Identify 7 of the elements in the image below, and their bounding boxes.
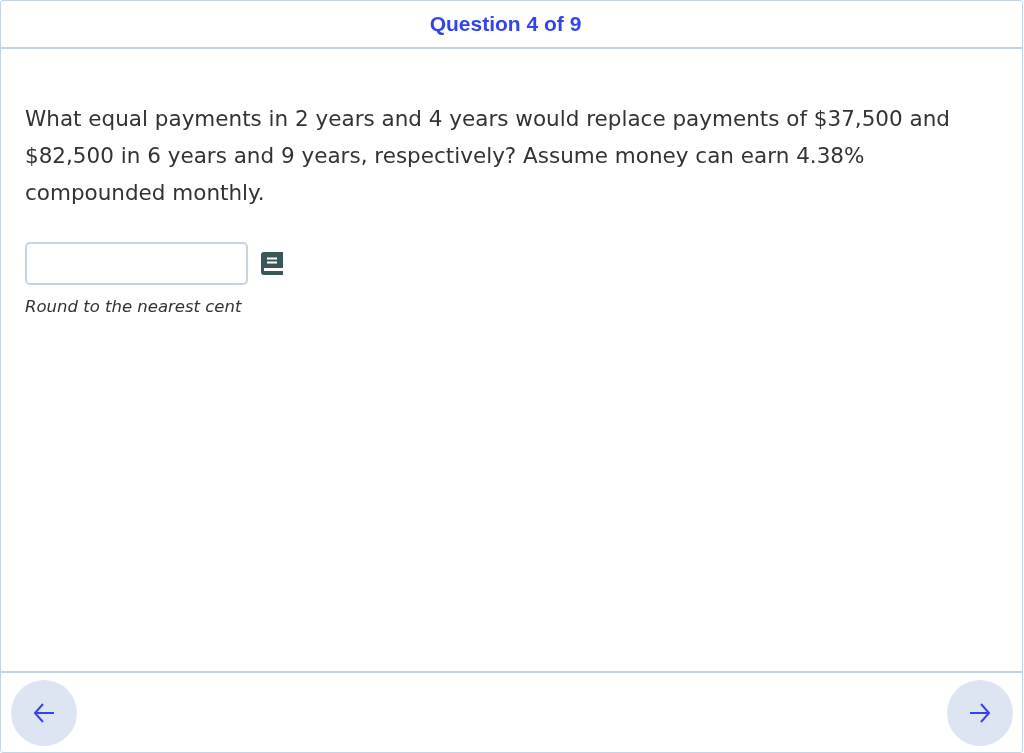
hint-text: Round to the nearest cent bbox=[25, 296, 242, 318]
left-arrow-icon bbox=[33, 702, 55, 723]
right-arrow-icon bbox=[969, 702, 991, 723]
question-counter: Question 4 of 9 bbox=[429, 12, 582, 36]
book-icon[interactable] bbox=[261, 252, 283, 275]
question-text: What equal payments in 2 years and 4 years would replace payments of $37,500 and $82,500 in 6 years and 9 years, respectively? Assume money can earn 4.38% compounded monthly. bbox=[25, 105, 951, 207]
answer-field[interactable] bbox=[25, 242, 248, 285]
